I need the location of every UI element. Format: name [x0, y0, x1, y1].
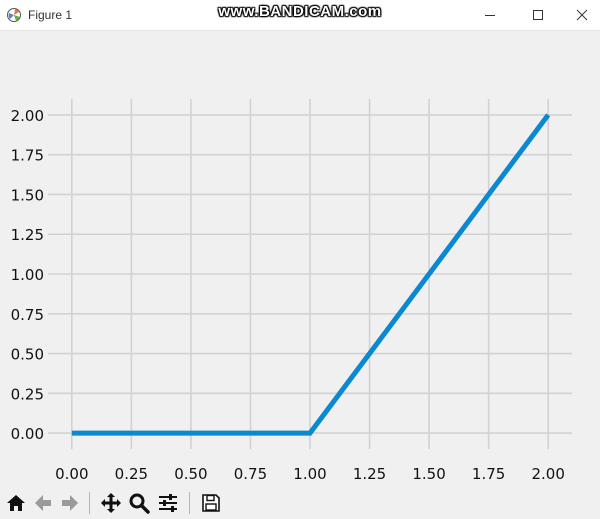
home-button[interactable] [3, 490, 29, 516]
x-tick-label: 1.50 [412, 465, 445, 483]
toolbar-separator [189, 492, 190, 514]
forward-button[interactable] [57, 490, 83, 516]
y-tick-label: 1.00 [11, 266, 44, 284]
save-button[interactable] [198, 490, 224, 516]
figure-canvas[interactable]: 0.00 0.25 0.50 0.75 1.00 1.25 1.50 1.75 2.00 0.00… [0, 31, 600, 486]
title-bar: Figure 1 www.BANDICAM.com [0, 0, 600, 31]
x-tick-label: 2.00 [531, 465, 564, 483]
x-tick-label: 1.00 [293, 465, 326, 483]
move-icon [101, 493, 121, 513]
navigation-toolbar [0, 486, 600, 519]
y-tick-label: 1.75 [11, 147, 44, 165]
pan-button[interactable] [98, 490, 124, 516]
maximize-button[interactable] [516, 0, 560, 30]
minimize-button[interactable] [468, 0, 512, 30]
sliders-icon [159, 494, 177, 512]
minimize-icon [485, 15, 495, 16]
y-tick-label: 2.00 [11, 107, 44, 125]
y-tick-label: 0.00 [11, 425, 44, 443]
y-tick-label: 1.25 [11, 226, 44, 244]
maximize-icon [533, 10, 543, 20]
configure-subplots-button[interactable] [155, 490, 181, 516]
y-tick-label: 1.50 [11, 186, 44, 204]
arrow-right-icon [62, 495, 78, 511]
close-icon [576, 9, 588, 21]
x-tick-label: 0.00 [55, 465, 88, 483]
floppy-disk-icon [202, 494, 220, 512]
x-tick-label: 0.75 [234, 465, 267, 483]
y-tick-label: 0.25 [11, 385, 44, 403]
x-tick-label: 1.75 [472, 465, 505, 483]
magnifier-icon [129, 493, 150, 514]
y-tick-label: 0.50 [11, 346, 44, 364]
toolbar-separator [89, 492, 90, 514]
x-tick-label: 0.50 [174, 465, 207, 483]
arrow-left-icon [35, 495, 51, 511]
line-chart: 0.00 0.25 0.50 0.75 1.00 1.25 1.50 1.75 2.00 0.00… [11, 99, 572, 483]
x-tick-label: 1.25 [353, 465, 386, 483]
back-button[interactable] [30, 490, 56, 516]
close-button[interactable] [560, 0, 600, 30]
home-icon [7, 495, 25, 511]
zoom-button[interactable] [126, 490, 152, 516]
x-tick-label: 0.25 [115, 465, 148, 483]
y-tick-label: 0.75 [11, 306, 44, 324]
